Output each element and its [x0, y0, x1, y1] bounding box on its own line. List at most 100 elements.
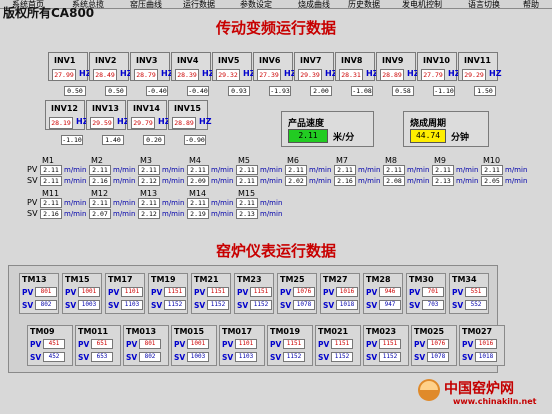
menu-item-params[interactable]: 参数设定	[240, 0, 272, 8]
kiln-meter: TM023 PV SV 1151 1152	[363, 325, 409, 366]
inverter-frequency-value: 29.59	[90, 117, 114, 129]
motor-pv-unit: m/min	[211, 199, 234, 207]
inverter-frequency-unit: HZ	[199, 117, 212, 126]
inverter-frequency-value: 27.99	[52, 69, 76, 81]
meter-pv-value: 946	[379, 287, 401, 297]
kiln-meter: TM021 PV SV 1151 1152	[315, 325, 361, 366]
motor-sv-value: 2.16	[334, 176, 356, 186]
motor-pv-value: 2.11	[187, 198, 209, 208]
inverter-name: INV8	[341, 56, 363, 65]
meter-pv-label: PV	[280, 288, 292, 297]
menu-item-history[interactable]: 历史数据	[348, 0, 380, 8]
meter-name: TM28	[366, 275, 391, 284]
meter-pv-value: 1151	[379, 339, 401, 349]
inverter-name: INV11	[464, 56, 491, 65]
menu-item-kiln-pressure[interactable]: 窑压曲线	[130, 0, 162, 8]
meter-pv-value: 1001	[78, 287, 100, 297]
product-speed-unit: 米/分	[333, 133, 355, 143]
meter-pv-label: PV	[22, 288, 34, 297]
kiln-meter: TM015 PV SV 1001 1003	[171, 325, 217, 366]
meter-sv-value: 802	[35, 300, 57, 310]
motor-sv-unit: m/min	[505, 177, 528, 185]
sv-row-label-1: SV	[27, 176, 38, 185]
kiln-meter: TM15 PV SV 1001 1003	[62, 273, 102, 314]
menu-item-run-data[interactable]: 运行数据	[183, 0, 215, 8]
meter-pv-label: PV	[366, 288, 378, 297]
meter-sv-value: 1003	[78, 300, 100, 310]
inverter-frequency-value: 29.79	[131, 117, 155, 129]
motor-pv-unit: m/min	[162, 199, 185, 207]
kiln-meter: TM19 PV SV 1151 1152	[148, 273, 188, 314]
menu-item-help[interactable]: 帮助	[523, 0, 539, 8]
meter-pv-label: PV	[462, 340, 474, 349]
motor-pv-unit: m/min	[64, 199, 87, 207]
motor-sv-value: 2.12	[138, 176, 160, 186]
meter-sv-value: 1152	[331, 352, 353, 362]
inverter-name: INV12	[51, 104, 78, 113]
motor-name: M4	[189, 156, 201, 165]
meter-pv-value: 651	[91, 339, 113, 349]
meter-name: TM23	[237, 275, 262, 284]
motor-sv-value: 2.19	[187, 209, 209, 219]
meter-sv-label: SV	[194, 301, 206, 310]
inverter-panel: INV7 29.39 HZ	[294, 52, 338, 81]
motor-pv-value: 2.11	[285, 165, 307, 175]
meter-pv-value: 451	[43, 339, 65, 349]
motor-name: M11	[42, 189, 60, 198]
motor-sv-unit: m/min	[309, 177, 332, 185]
inverter-offset-value: -1.08	[351, 86, 373, 96]
meter-sv-value: 1018	[475, 352, 497, 362]
motor-pv-unit: m/min	[113, 166, 136, 174]
firing-cycle-value: 44.74	[410, 129, 446, 143]
inverter-offset-value: -1.93	[269, 86, 291, 96]
inverter-offset-value: 0.50	[64, 86, 86, 96]
inverter-frequency-value: 28.89	[172, 117, 196, 129]
menu-item-firing-curve[interactable]: 烧成曲线	[298, 0, 330, 8]
motor-sv-unit: m/min	[211, 177, 234, 185]
motor-sv-unit: m/min	[260, 177, 283, 185]
motor-pv-unit: m/min	[211, 166, 234, 174]
firing-cycle-panel: 烧成周期 44.74 分钟	[403, 111, 489, 147]
inverter-frequency-value: 27.39	[257, 69, 281, 81]
meter-sv-label: SV	[366, 353, 378, 362]
motor-pv-value: 2.11	[40, 165, 62, 175]
inverter-frequency-unit: HZ	[489, 69, 502, 78]
meter-name: TM023	[366, 327, 397, 336]
meter-sv-label: SV	[323, 301, 335, 310]
meter-name: TM19	[151, 275, 176, 284]
motor-sv-value: 2.02	[285, 176, 307, 186]
inverter-name: INV7	[300, 56, 322, 65]
inverter-panel: INV11 29.29 HZ	[458, 52, 502, 81]
inverter-frequency-value: 29.32	[216, 69, 240, 81]
motor-pv-unit: m/min	[358, 166, 381, 174]
kiln-meter: TM017 PV SV 1101 1103	[219, 325, 265, 366]
menu-item-generator[interactable]: 发电机控制	[402, 0, 442, 8]
menu-item-language[interactable]: 语言切换	[468, 0, 500, 8]
meter-pv-label: PV	[222, 340, 234, 349]
motor-sv-value: 2.11	[236, 176, 258, 186]
motor-sv-value: 2.16	[40, 209, 62, 219]
meter-sv-label: SV	[452, 301, 464, 310]
kiln-meter-panel: TM13 PV SV 801 802 TM15 PV SV 1001 1003 TM17 PV SV 11…	[8, 265, 505, 373]
meter-sv-label: SV	[280, 301, 292, 310]
motor-sv-unit: m/min	[162, 210, 185, 218]
meter-pv-value: 1151	[164, 287, 186, 297]
meter-sv-value: 703	[422, 300, 444, 310]
motor-pv-value: 2.11	[89, 165, 111, 175]
meter-name: TM30	[409, 275, 434, 284]
kiln-meter: TM013 PV SV 801 802	[123, 325, 169, 366]
meter-pv-label: PV	[452, 288, 464, 297]
meter-pv-label: PV	[366, 340, 378, 349]
meter-name: TM27	[323, 275, 348, 284]
meter-sv-value: 1003	[187, 352, 209, 362]
firing-cycle-unit: 分钟	[451, 133, 470, 143]
meter-pv-label: PV	[65, 288, 77, 297]
inverter-panel: INV12 28.19 HZ	[45, 100, 89, 130]
meter-pv-value: 1151	[207, 287, 229, 297]
meter-sv-value: 1152	[250, 300, 272, 310]
sv-row-label-2: SV	[27, 209, 38, 218]
kiln-meter: TM011 PV SV 651 653	[75, 325, 121, 366]
meter-pv-value: 1151	[283, 339, 305, 349]
inverter-offset-value: 0.93	[228, 86, 250, 96]
meter-sv-label: SV	[174, 353, 186, 362]
